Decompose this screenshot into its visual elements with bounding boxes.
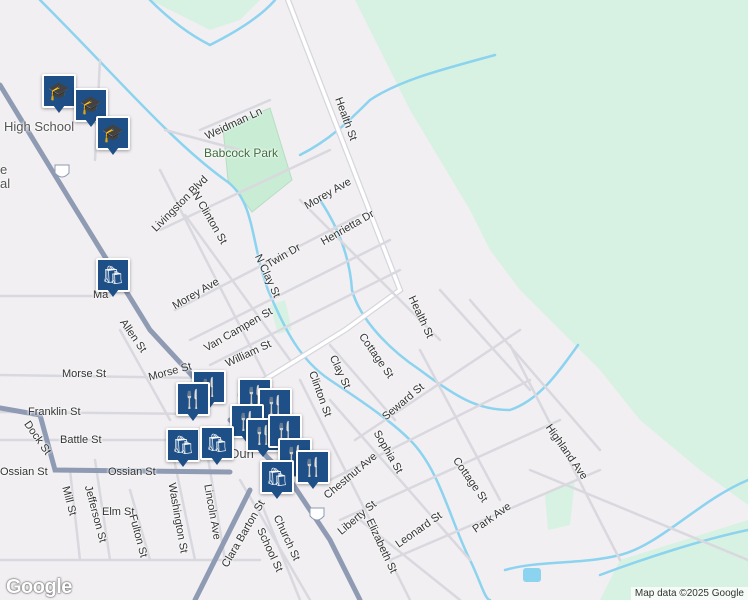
label-franklin-st: Franklin St <box>28 406 81 418</box>
google-logo[interactable]: Google <box>6 576 72 599</box>
shopping-pin[interactable]: 🛍 <box>166 428 200 468</box>
label-ossian-st: Ossian St <box>0 466 48 478</box>
map-attribution[interactable]: Map data ©2025 Google <box>630 587 748 600</box>
fork-knife-icon: 🍴 <box>263 394 287 415</box>
label-edge-text: al <box>0 176 11 191</box>
shopping-bag-icon: 🛍 <box>205 432 229 453</box>
label-morse-st: Morse St <box>62 368 107 380</box>
shopping-bag-icon: 🛍 <box>101 264 125 285</box>
restaurant-pin[interactable]: 🍴 <box>176 382 210 422</box>
restaurant-pin[interactable]: 🍴 <box>296 450 330 490</box>
label-high-school: High School <box>4 119 75 134</box>
label-ossian-st: Ossian St <box>108 466 156 478</box>
label-edge-text: e <box>0 162 8 177</box>
shopping-pin[interactable]: 🛍 <box>260 460 294 500</box>
fork-knife-icon: 🍴 <box>301 456 325 477</box>
shopping-pin[interactable]: 🛍 <box>96 258 130 298</box>
school-pin[interactable]: 🎓 <box>42 74 76 114</box>
school-pin[interactable]: 🎓 <box>96 116 130 156</box>
graduation-cap-icon: 🎓 <box>47 80 71 101</box>
route-63-number: 63 <box>312 508 321 517</box>
shopping-bag-icon: 🛍 <box>171 434 195 455</box>
route-63-number: 63 <box>57 165 66 174</box>
fork-knife-icon: 🍴 <box>181 388 205 409</box>
pond <box>523 568 541 582</box>
shopping-pin[interactable]: 🛍 <box>200 426 234 466</box>
label-battle-st: Battle St <box>60 434 102 446</box>
graduation-cap-icon: 🎓 <box>101 122 125 143</box>
label-babcock-park: Babcock Park <box>204 146 279 160</box>
graduation-cap-icon: 🎓 <box>79 94 103 115</box>
shopping-bag-icon: 🛍 <box>265 466 289 487</box>
